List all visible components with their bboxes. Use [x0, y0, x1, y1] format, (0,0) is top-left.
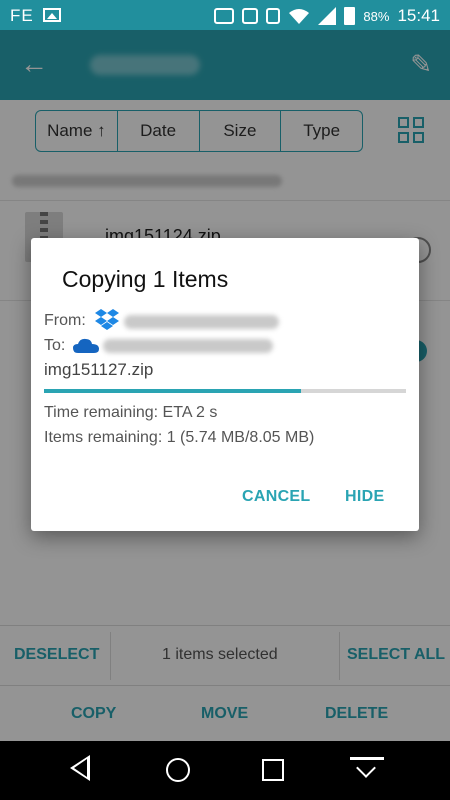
nfc-icon	[266, 8, 281, 24]
battery-percent: 88%	[363, 8, 390, 24]
navigation-bar	[0, 741, 450, 800]
dialog-title: Copying 1 Items	[62, 266, 229, 292]
vibrate-icon	[242, 8, 259, 24]
destination-account-blurred	[103, 339, 273, 353]
nav-home-icon[interactable]	[166, 758, 190, 782]
clock: 15:41	[397, 6, 440, 25]
nav-hide-keyboard-icon[interactable]	[350, 757, 384, 781]
items-remaining: Items remaining: 1 (5.74 MB/8.05 MB)	[44, 429, 315, 446]
battery-icon	[344, 7, 356, 25]
copy-progress-fill	[44, 389, 302, 393]
from-label: From:	[44, 312, 86, 329]
signal-icon	[318, 7, 337, 25]
cancel-button[interactable]: CANCEL	[242, 488, 310, 506]
image-icon	[43, 8, 61, 22]
status-right: 88% 15:41	[214, 6, 440, 26]
copying-file-name: img151127.zip	[44, 360, 154, 379]
source-account-blurred	[124, 315, 279, 329]
time-remaining: Time remaining: ETA 2 s	[44, 404, 218, 421]
nav-back-icon[interactable]	[70, 755, 90, 781]
copy-progress-dialog: Copying 1 Items From: To: img151127.zip …	[31, 238, 419, 531]
nav-recents-icon[interactable]	[262, 759, 284, 781]
hide-button[interactable]: HIDE	[345, 488, 384, 506]
status-left-text: FE	[10, 6, 34, 25]
dropbox-icon	[95, 309, 119, 330]
wifi-icon	[289, 9, 310, 24]
sim-icon	[214, 8, 235, 24]
copy-progress-bar	[44, 389, 406, 393]
to-label: To:	[44, 337, 66, 354]
onedrive-icon	[73, 338, 99, 353]
status-bar: FE 88% 15:41	[0, 0, 450, 30]
